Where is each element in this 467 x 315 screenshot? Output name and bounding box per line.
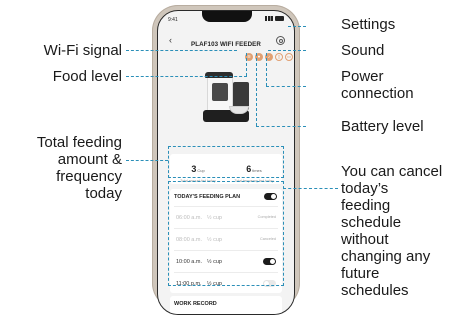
callout-total-3: frequency [56,168,122,185]
callout-cancel-7: future [341,265,380,282]
callout-cancel-6: changing any [341,248,431,265]
battery-icon: ▭ [285,53,293,61]
page-title: PLAF103 WIFI FEEDER [191,41,261,48]
battery-leader [256,126,306,127]
app-header: ‹ PLAF103 WIFI FEEDER [158,33,294,49]
callout-total-2: amount & [57,151,122,168]
food-leader [126,76,247,77]
callout-cancel-2: today’s [341,180,389,197]
back-chevron-icon[interactable]: ‹ [169,35,172,45]
callout-power-2: connection [341,85,414,102]
hopper-window [212,83,228,101]
power-plug-icon: ▯ [275,53,283,61]
callout-cancel-4: schedule [341,214,402,231]
callout-total-1: Total feeding [36,134,122,151]
plan-highlight-box [168,181,284,286]
wifi-leader [126,50,237,51]
stats-highlight-box [168,146,284,178]
callout-cancel-3: feeding [341,197,391,214]
cancel-leader [283,188,338,189]
callout-settings: Settings [341,16,396,33]
settings-gear-icon[interactable] [276,36,285,45]
callout-wifi: Wi-Fi signal [43,42,122,59]
work-record-card[interactable]: WORK RECORD [170,296,282,314]
callout-power-1: Power [341,68,384,85]
work-record-label: WORK RECORD [174,301,217,307]
callout-cancel-1: You can cancel [341,163,443,180]
power-leader [266,86,306,87]
cell-signal-icon [265,16,273,21]
callout-cancel-5: without [341,231,389,248]
status-bar-icons [265,16,284,21]
phone-battery-icon [275,16,284,21]
callout-cancel-8: schedules [341,282,409,299]
battery-leader-vertical [256,53,257,126]
callout-battery: Battery level [341,118,424,135]
total-leader [126,160,168,161]
food-leader-vertical [246,53,247,76]
device-status-icons: ≋ ● ♪ ▯ ▭ [245,53,293,61]
callout-sound: Sound [341,42,385,59]
callout-food: Food level [52,68,122,85]
feeder-lid [205,72,233,78]
settings-leader [288,26,306,27]
status-time: 9:41 [168,17,178,23]
callout-total-4: today [85,185,122,202]
power-leader-vertical [266,53,267,86]
sound-leader [268,50,306,51]
status-bar: 9:41 [168,15,284,25]
feeder-illustration [203,72,253,130]
